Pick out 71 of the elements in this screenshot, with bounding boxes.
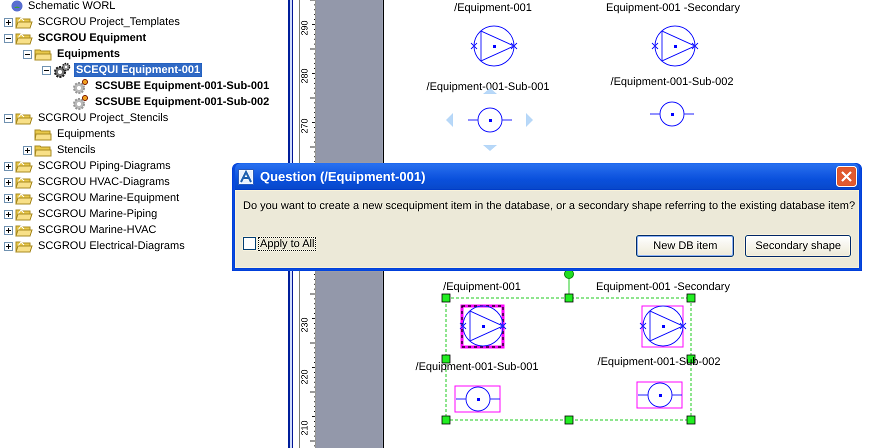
expander-icon[interactable] — [4, 34, 13, 42]
tree-item[interactable]: SCGROU Piping-Diagrams — [36, 159, 173, 173]
shape-label: Equipment-001 -Secondary — [606, 2, 740, 14]
folder-icon — [34, 47, 52, 61]
pump-symbol[interactable] — [470, 26, 518, 66]
open-folder-icon — [15, 207, 33, 221]
expander-icon[interactable] — [4, 210, 13, 218]
open-folder-icon — [15, 223, 33, 237]
ruler-label: 280 — [300, 68, 310, 84]
tree-item[interactable]: SCSUBE Equipment-001-Sub-002 — [93, 95, 272, 109]
expander-icon[interactable] — [4, 114, 13, 122]
open-folder-icon — [15, 15, 33, 29]
app-icon — [238, 168, 254, 184]
checkbox-label[interactable]: Apply to All — [258, 236, 316, 250]
shape-label: /Equipment-001 — [443, 281, 521, 293]
tree-item[interactable]: Stencils — [55, 143, 98, 157]
expander-icon[interactable] — [42, 66, 51, 74]
shape-label: Equipment-001 -Secondary — [596, 281, 730, 293]
ruler-label: 270 — [300, 118, 310, 134]
folder-icon — [34, 143, 52, 157]
expander-icon[interactable] — [23, 50, 32, 58]
close-icon[interactable] — [836, 166, 857, 187]
expander-icon[interactable] — [4, 178, 13, 186]
ruler-label: 230 — [300, 317, 310, 333]
pump-symbol[interactable] — [460, 304, 506, 348]
expander-icon[interactable] — [4, 18, 13, 26]
open-folder-icon — [15, 175, 33, 189]
tree-item[interactable]: SCGROU Marine-Equipment — [36, 191, 182, 205]
gears-icon — [53, 62, 71, 78]
ruler-label: 220 — [300, 369, 310, 385]
tree-item[interactable]: SCGROU Marine-HVAC — [36, 223, 158, 237]
pump-symbol[interactable] — [640, 306, 686, 348]
open-folder-icon — [15, 31, 33, 45]
pump-symbol[interactable] — [652, 26, 698, 66]
dialog-button[interactable]: Secondary shape — [745, 235, 851, 257]
tree-item[interactable]: SCEQUI Equipment-001 — [74, 63, 202, 77]
open-folder-icon — [15, 239, 33, 253]
open-folder-icon — [15, 191, 33, 205]
shape-label: /Equipment-001-Sub-001 — [426, 81, 550, 93]
expander-icon[interactable] — [4, 226, 13, 234]
open-folder-icon — [15, 111, 33, 125]
ruler-label: 290 — [300, 20, 310, 36]
shape-label: /Equipment-001 — [454, 2, 532, 14]
dialog-title: Question (/Equipment-001) — [260, 169, 426, 184]
shape-label: /Equipment-001-Sub-001 — [416, 361, 538, 373]
nozzle-symbol[interactable] — [454, 386, 500, 412]
checkbox[interactable] — [243, 237, 256, 250]
expander-icon[interactable] — [4, 162, 13, 170]
nozzle-symbol[interactable] — [650, 102, 694, 126]
expander-icon[interactable] — [4, 194, 13, 202]
globe-icon — [11, 0, 23, 12]
open-folder-icon — [15, 159, 33, 173]
tree-item[interactable]: SCGROU Project_Stencils — [36, 111, 170, 125]
ruler-label: 210 — [300, 420, 310, 436]
tree-item[interactable]: Equipments — [55, 127, 118, 141]
gear-icon — [72, 94, 90, 110]
expander-icon[interactable] — [23, 146, 32, 154]
tree-item[interactable]: SCGROU Marine-Piping — [36, 207, 160, 221]
tree-item[interactable]: SCGROU Equipment — [36, 31, 148, 45]
tree-item[interactable]: Schematic WORL — [26, 0, 118, 13]
tree-item[interactable]: Equipments — [55, 47, 122, 61]
tree-item[interactable]: SCSUBE Equipment-001-Sub-001 — [93, 79, 272, 93]
tree-item[interactable]: SCGROU Electrical-Diagrams — [36, 239, 187, 253]
tree-item[interactable]: SCGROU HVAC-Diagrams — [36, 175, 172, 189]
tree-item[interactable]: SCGROU Project_Templates — [36, 15, 182, 29]
folder-icon — [34, 127, 52, 141]
dialog-button[interactable]: New DB item — [636, 235, 734, 257]
expander-icon[interactable] — [4, 242, 13, 250]
nozzle-symbol[interactable] — [636, 382, 682, 408]
gear-icon — [72, 78, 90, 94]
shape-label: /Equipment-001-Sub-002 — [610, 76, 734, 88]
